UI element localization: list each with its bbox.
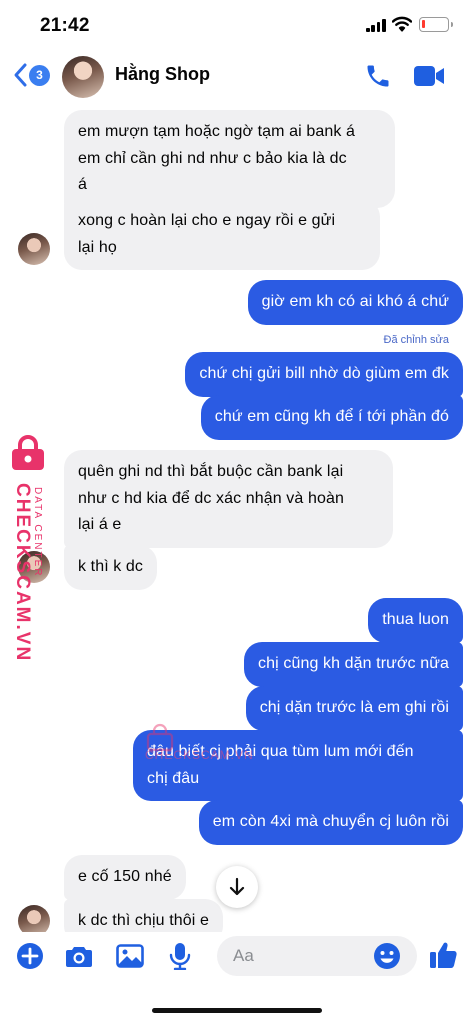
thumbs-up-icon[interactable] [428, 940, 458, 970]
message-line: như c hd kia để dc xác nhận và hoàn [78, 489, 344, 507]
camera-icon[interactable] [65, 942, 93, 970]
chevron-down-icon [229, 877, 245, 896]
message-line: chị dặn trước là em ghi rồi [259, 699, 449, 716]
battery-icon [419, 17, 453, 32]
message-line: chị cũng kh dặn trước nữa [258, 655, 449, 672]
message-line: đâu biết cj phải qua tùm lum mới đến [147, 743, 414, 760]
message-list[interactable]: em mượn tạm hoặc ngờ tạm ai bank á em ch… [0, 102, 473, 932]
contact-name[interactable]: Hằng Shop [115, 64, 210, 85]
message-bubble-outgoing[interactable]: chị dặn trước là em ghi rồi [245, 686, 463, 731]
contact-avatar[interactable] [62, 56, 104, 98]
sender-avatar[interactable] [18, 233, 50, 265]
plus-icon[interactable] [16, 942, 44, 970]
message-line: chứ em cũng kh để í tới phần đó [214, 408, 449, 425]
phone-icon[interactable] [364, 62, 392, 90]
message-bubble-outgoing[interactable]: em còn 4xi mà chuyển cj luôn rồi [198, 800, 463, 845]
sender-avatar[interactable] [18, 905, 50, 932]
chat-header: 3 Hằng Shop [0, 50, 473, 102]
message-line: quên ghi nd thì bắt buộc cần bank lại [78, 463, 344, 480]
signal-icon [366, 19, 386, 32]
unread-badge[interactable]: 3 [29, 65, 50, 86]
message-line: em mượn tạm hoặc ngờ tạm ai bank á [78, 123, 355, 140]
message-line: chứ chị gửi bill nhờ dò giùm em đk [199, 365, 449, 382]
message-bubble-outgoing[interactable]: chị cũng kh dặn trước nữa [244, 642, 463, 687]
message-line: em chỉ cần ghi nd như c bảo kia là dc [78, 149, 347, 167]
scroll-to-bottom-button[interactable] [216, 866, 258, 908]
message-line: lại họ [78, 238, 117, 256]
message-bubble-incoming[interactable]: xong c hoàn lại cho e ngay rồi e gửi lại… [64, 199, 380, 270]
message-line: lại á e [78, 516, 122, 533]
microphone-icon[interactable] [166, 942, 194, 970]
message-bubble-outgoing[interactable]: chứ chị gửi bill nhờ dò giùm em đk [185, 352, 463, 397]
message-line: e cố 150 nhé [78, 868, 172, 885]
message-bubble-incoming[interactable]: k dc thì chịu thôi e [64, 899, 223, 932]
home-indicator [152, 1008, 322, 1013]
video-icon[interactable] [413, 64, 445, 88]
sender-avatar[interactable] [18, 551, 50, 583]
message-bubble-incoming[interactable]: em mượn tạm hoặc ngờ tạm ai bank á em ch… [64, 110, 395, 208]
message-bubble-incoming[interactable]: k thì k dc [64, 545, 158, 590]
message-line: xong c hoàn lại cho e ngay rồi e gửi [78, 212, 336, 229]
message-bubble-outgoing[interactable]: chứ em cũng kh để í tới phần đó [200, 395, 463, 440]
status-bar: 21:42 [0, 0, 473, 50]
message-line: thua luon [382, 611, 449, 628]
image-icon[interactable] [116, 942, 144, 970]
message-line: em còn 4xi mà chuyển cj luôn rồi [212, 813, 449, 830]
message-bubble-outgoing[interactable]: giờ em kh có ai khó á chứ [247, 280, 463, 325]
message-bubble-incoming[interactable]: e cố 150 nhé [64, 855, 186, 900]
message-line: á [78, 176, 87, 193]
composer-bar [0, 932, 473, 1024]
message-line: giờ em kh có ai khó á chứ [261, 293, 449, 310]
message-bubble-outgoing[interactable]: đâu biết cj phải qua tùm lum mới đến chị… [133, 730, 463, 801]
message-line: k thì k dc [78, 558, 144, 575]
wifi-icon [392, 16, 412, 32]
back-icon[interactable] [12, 62, 28, 88]
edited-label: Đã chỉnh sửa [383, 334, 449, 346]
message-line: k dc thì chịu thôi e [78, 912, 209, 929]
emoji-icon[interactable] [373, 942, 401, 970]
message-bubble-outgoing[interactable]: thua luon [368, 598, 463, 643]
message-line: chị đâu [147, 769, 200, 787]
battery-level [422, 20, 425, 28]
status-time: 21:42 [40, 15, 90, 36]
message-bubble-incoming[interactable]: quên ghi nd thì bắt buộc cần bank lại nh… [64, 450, 393, 548]
